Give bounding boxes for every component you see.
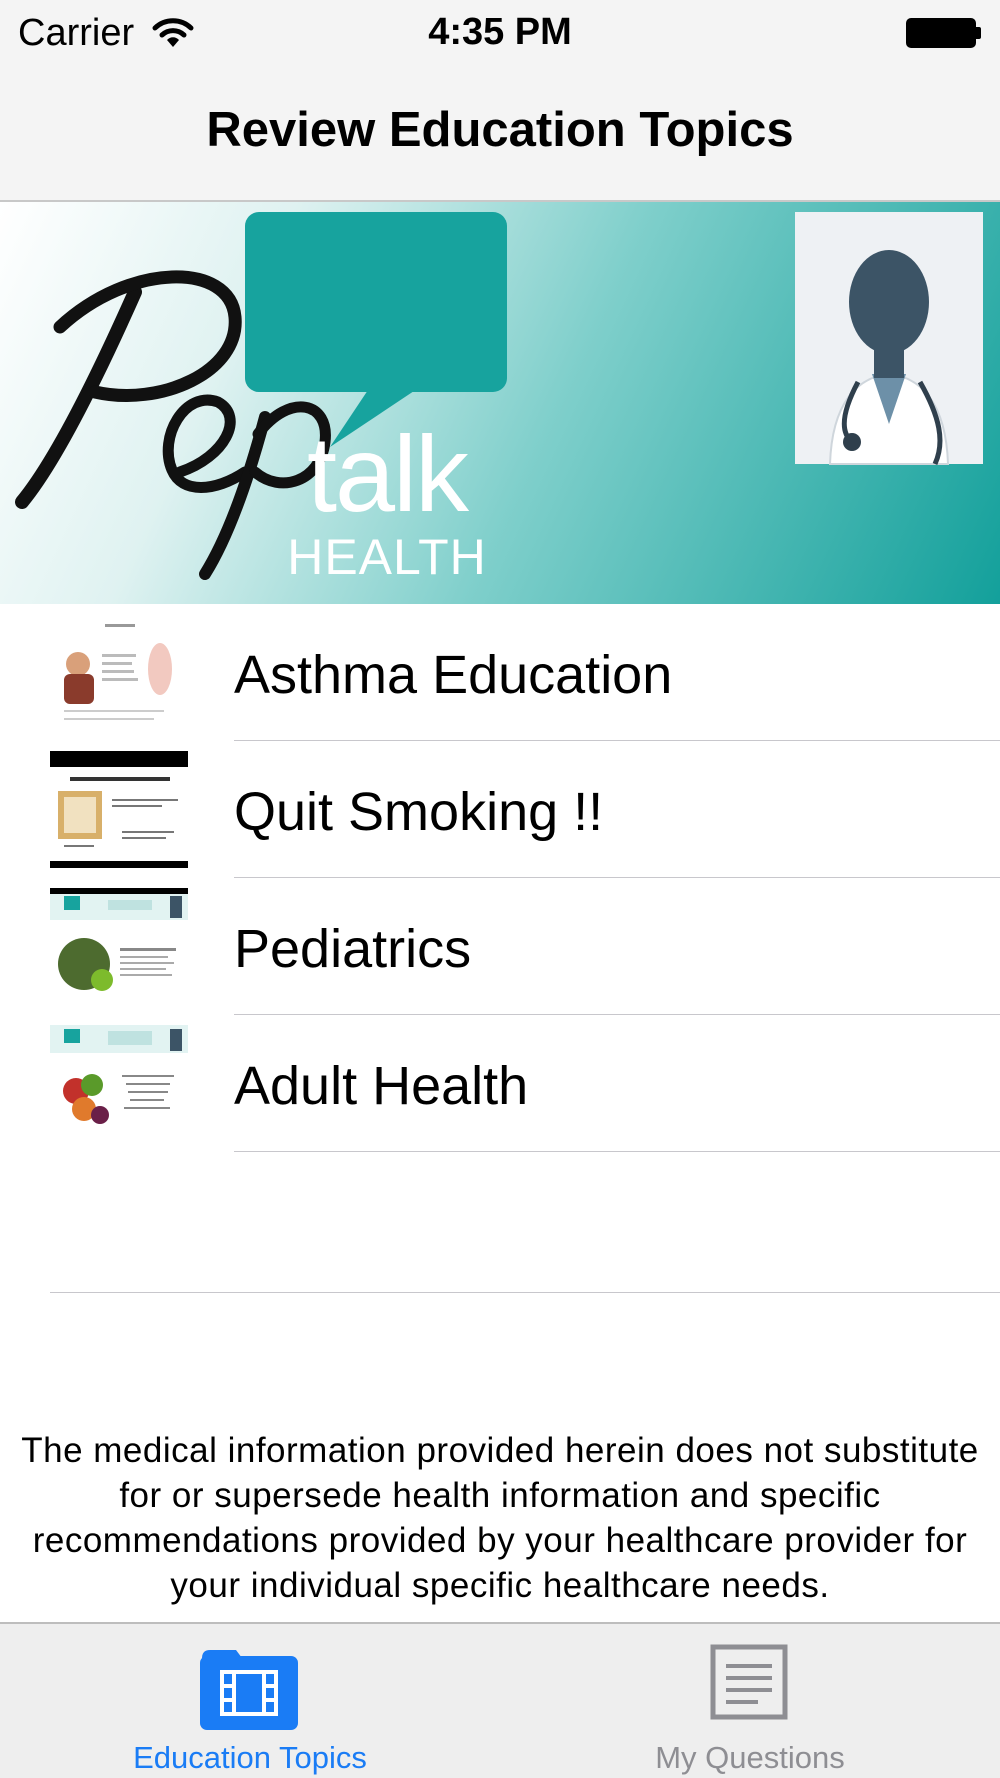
page-title: Review Education Topics — [206, 103, 794, 157]
list-item-pediatrics[interactable]: Pediatrics — [0, 878, 1000, 1015]
list-item-label: Adult Health — [234, 1056, 529, 1116]
tab-education-topics[interactable]: Education Topics — [0, 1624, 500, 1778]
list-item-label: Asthma Education — [234, 645, 673, 705]
list-bottom-divider — [50, 1292, 1000, 1293]
battery-tip — [976, 27, 981, 39]
film-folder-icon — [200, 1650, 298, 1730]
status-time: 4:35 PM — [428, 11, 572, 53]
list-item-quit-smoking[interactable]: Quit Smoking !! — [0, 741, 1000, 878]
list-item-label: Quit Smoking !! — [234, 782, 604, 842]
app-screen: Carrier 4:35 PM Review Education Topics — [0, 0, 1000, 1778]
tab-label-my-questions: My Questions — [655, 1740, 845, 1775]
doctor-avatar — [795, 212, 983, 466]
adult-health-thumbnail — [50, 1025, 188, 1142]
status-bar: Carrier 4:35 PM — [0, 0, 1000, 70]
list-item-label: Pediatrics — [234, 919, 472, 979]
battery-icon — [906, 18, 976, 48]
tab-label-education-topics: Education Topics — [133, 1740, 367, 1775]
medical-disclaimer: The medical information provided herein … — [21, 1431, 979, 1605]
header-banner: talk HEALTH — [0, 202, 1000, 604]
topic-list: Asthma Education Quit Smoking !! Pediatr… — [0, 604, 1000, 1152]
quit-smoking-thumbnail — [50, 751, 188, 868]
tab-bar: Education Topics My Questions — [0, 1622, 1000, 1778]
pep-talk-health-logo — [15, 212, 983, 580]
document-icon — [710, 1644, 788, 1720]
pediatrics-thumbnail — [50, 888, 188, 1005]
list-item-adult-health[interactable]: Adult Health — [0, 1015, 1000, 1152]
navigation-bar: Carrier 4:35 PM Review Education Topics — [0, 0, 1000, 202]
tab-my-questions[interactable]: My Questions — [500, 1624, 1000, 1778]
list-item-asthma[interactable]: Asthma Education — [0, 604, 1000, 741]
row-divider — [234, 1151, 1000, 1152]
asthma-thumbnail — [50, 614, 188, 731]
